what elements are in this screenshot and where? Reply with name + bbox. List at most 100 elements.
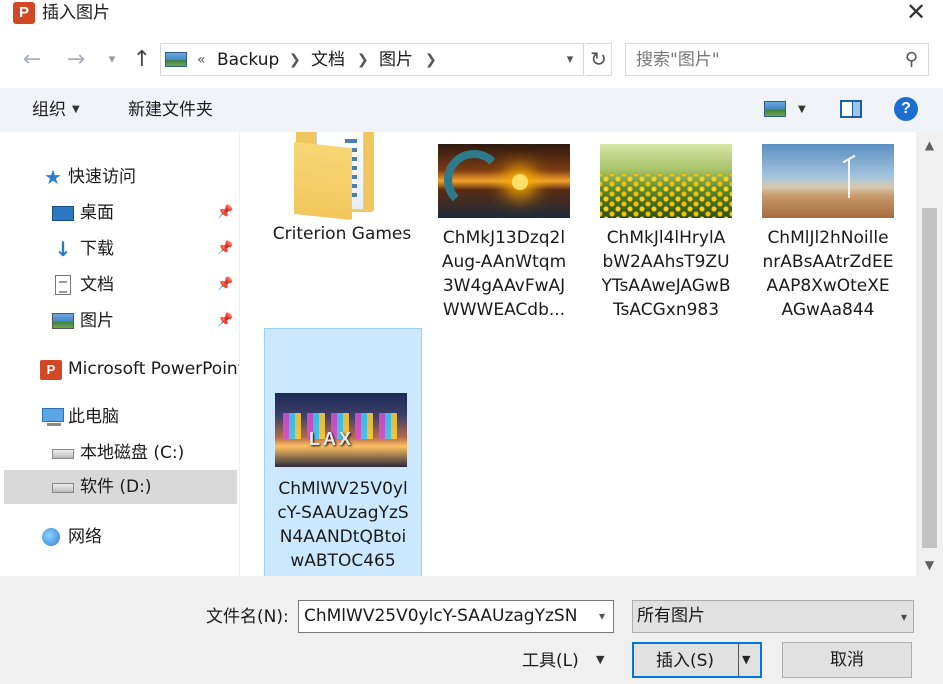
search-icon[interactable]: ⚲ bbox=[905, 49, 918, 70]
search-box[interactable]: 搜索"图片" ⚲ bbox=[625, 43, 929, 76]
file-name-line: ChMlJl2hNoille bbox=[767, 228, 889, 248]
search-input[interactable]: 搜索"图片" bbox=[636, 49, 720, 71]
chevron-down-icon[interactable]: ▾ bbox=[901, 606, 907, 628]
download-icon: ↓ bbox=[54, 237, 72, 261]
sidebar-item-label: 桌面 bbox=[80, 203, 114, 223]
preview-pane-icon[interactable] bbox=[840, 100, 862, 118]
file-name-line: nrABsAAtrZdEE bbox=[762, 252, 894, 272]
file-list: Criterion Games ChMkJ13Dzq2l Aug-AAnWtqm… bbox=[240, 132, 916, 576]
wind-turbine-tower bbox=[848, 158, 850, 198]
sidebar-item-label: 网络 bbox=[68, 527, 102, 547]
scroll-up-icon[interactable]: ▲ bbox=[916, 138, 943, 152]
file-name-line: N4AANDtQBtoi bbox=[279, 527, 407, 547]
scroll-thumb[interactable] bbox=[922, 208, 937, 548]
recent-locations-chevron-icon[interactable]: ▾ bbox=[98, 46, 126, 74]
tools-button[interactable]: 工具(L) bbox=[522, 650, 579, 672]
breadcrumb-documents[interactable]: 文档 bbox=[311, 49, 345, 71]
insert-button[interactable]: 插入(S) ▼ bbox=[632, 642, 762, 678]
change-view-icon[interactable] bbox=[764, 101, 786, 117]
address-dropdown-icon[interactable]: ▾ bbox=[559, 49, 581, 71]
sidebar-item-this-pc[interactable]: 此电脑 bbox=[0, 400, 239, 434]
sidebar-item-label: 本地磁盘 (C:) bbox=[80, 443, 185, 463]
file-item-image[interactable]: ChMlJl2hNoille nrABsAAtrZdEE AAP8XwOteXE… bbox=[750, 132, 908, 378]
pin-icon[interactable]: 📌 bbox=[217, 241, 233, 256]
organize-button[interactable]: 组织 ▼ bbox=[32, 99, 80, 121]
filetype-value: 所有图片 bbox=[637, 606, 705, 626]
sidebar-item-label: 图片 bbox=[80, 311, 114, 331]
forward-icon[interactable]: → bbox=[62, 46, 90, 74]
sidebar-item-label: 文档 bbox=[80, 275, 114, 295]
desktop-icon bbox=[52, 206, 74, 221]
filename-label: 文件名(N): bbox=[206, 607, 289, 627]
close-button[interactable]: ✕ bbox=[901, 0, 931, 26]
cancel-button[interactable]: 取消 bbox=[782, 642, 912, 678]
organize-label: 组织 bbox=[32, 100, 66, 120]
sidebar-item-network[interactable]: 网络 bbox=[0, 520, 239, 554]
refresh-icon[interactable]: ↻ bbox=[586, 43, 612, 76]
tools-caret-icon[interactable]: ▼ bbox=[596, 653, 604, 666]
help-icon[interactable]: ? bbox=[894, 97, 918, 121]
path-overflow-icon[interactable]: « bbox=[197, 49, 206, 71]
split-divider bbox=[738, 644, 739, 676]
file-name-line: cY-SAAUzagYzS bbox=[277, 503, 409, 523]
new-folder-button[interactable]: 新建文件夹 bbox=[128, 99, 213, 121]
document-icon bbox=[55, 275, 71, 295]
sidebar-item-downloads[interactable]: ↓ 下载 📌 bbox=[0, 232, 239, 266]
sidebar-item-pictures[interactable]: 图片 📌 bbox=[0, 304, 239, 338]
sidebar-item-drive-c[interactable]: 本地磁盘 (C:) bbox=[0, 436, 239, 470]
drive-icon bbox=[52, 483, 74, 493]
sidebar-item-drive-d[interactable]: 软件 (D:) bbox=[4, 470, 237, 504]
insert-label: 插入(S) bbox=[656, 651, 715, 671]
folder-front-icon bbox=[294, 142, 352, 221]
command-bar: 组织 ▼ 新建文件夹 ▼ ? bbox=[0, 88, 943, 132]
file-item-image-selected[interactable]: LAX ChMlWV25V0yl cY-SAAUzagYzS N4AANDtQB… bbox=[264, 328, 422, 576]
pin-icon[interactable]: 📌 bbox=[217, 205, 233, 220]
image-thumbnail bbox=[600, 144, 732, 218]
computer-icon bbox=[42, 408, 64, 426]
breadcrumb-backup[interactable]: Backup bbox=[217, 49, 279, 71]
chevron-down-icon[interactable]: ▾ bbox=[591, 601, 613, 632]
file-name: Criterion Games bbox=[272, 224, 412, 244]
breadcrumb-pictures[interactable]: 图片 bbox=[379, 49, 413, 71]
file-item-image[interactable]: ChMkJl4lHrylA bW2AAhsT9ZU YTsAAweJAGwB T… bbox=[588, 132, 746, 378]
file-name-line: bW2AAhsT9ZU bbox=[602, 252, 730, 272]
filename-input[interactable]: ChMlWV25V0ylcY-SAAUzagYzSN bbox=[304, 605, 577, 627]
filename-field[interactable]: ChMlWV25V0ylcY-SAAUzagYzSN ▾ bbox=[298, 600, 614, 633]
sidebar-item-label: 快速访问 bbox=[68, 167, 136, 187]
sidebar-item-powerpoint[interactable]: P Microsoft PowerPoint bbox=[0, 352, 239, 386]
up-icon[interactable]: ↑ bbox=[128, 46, 156, 74]
back-icon[interactable]: ← bbox=[18, 46, 46, 74]
navigation-bar: ← → ▾ ↑ « Backup ❯ 文档 ❯ 图片 ❯ ▾ ↻ 搜索"图片" … bbox=[0, 40, 943, 82]
file-name-line: YTsAAweJAGwB bbox=[601, 276, 731, 296]
wave-shape bbox=[444, 150, 504, 210]
file-name-line: wABTOC465 bbox=[290, 551, 396, 571]
view-options-caret-icon[interactable]: ▼ bbox=[798, 104, 806, 115]
pin-icon[interactable]: 📌 bbox=[217, 313, 233, 328]
breadcrumb-separator-icon[interactable]: ❯ bbox=[425, 49, 437, 71]
pin-icon[interactable]: 📌 bbox=[217, 277, 233, 292]
insert-options-caret-icon[interactable]: ▼ bbox=[742, 653, 750, 666]
navigation-pane: ★ 快速访问 桌面 📌 ↓ 下载 📌 文档 📌 图片 📌 P Microsoft… bbox=[0, 132, 240, 576]
dialog-footer: 文件名(N): ChMlWV25V0ylcY-SAAUzagYzSN ▾ 所有图… bbox=[0, 576, 943, 684]
filetype-select[interactable]: 所有图片 ▾ bbox=[632, 600, 914, 633]
pictures-icon bbox=[52, 313, 74, 329]
network-icon bbox=[42, 528, 60, 546]
sidebar-item-documents[interactable]: 文档 📌 bbox=[0, 268, 239, 302]
title-bar: P 插入图片 ✕ bbox=[0, 0, 943, 28]
address-bar[interactable]: « Backup ❯ 文档 ❯ 图片 ❯ ▾ bbox=[160, 43, 584, 76]
star-icon: ★ bbox=[44, 165, 62, 189]
powerpoint-logo-icon: P bbox=[13, 2, 35, 24]
sign-graphic: LAX bbox=[309, 429, 354, 449]
breadcrumb-separator-icon[interactable]: ❯ bbox=[289, 49, 301, 71]
sidebar-item-desktop[interactable]: 桌面 📌 bbox=[0, 196, 239, 230]
sidebar-item-label: 此电脑 bbox=[68, 407, 119, 427]
scroll-down-icon[interactable]: ▼ bbox=[916, 558, 943, 572]
pictures-folder-icon bbox=[165, 52, 187, 67]
drive-icon bbox=[52, 449, 74, 459]
file-item-image[interactable]: ChMkJ13Dzq2l Aug-AAnWtqm 3W4gAAvFwAJ WWW… bbox=[426, 132, 584, 378]
sun-shape bbox=[512, 174, 528, 190]
breadcrumb-separator-icon[interactable]: ❯ bbox=[357, 49, 369, 71]
image-thumbnail: LAX bbox=[275, 393, 407, 467]
sidebar-item-quick-access[interactable]: ★ 快速访问 bbox=[0, 160, 239, 194]
vertical-scrollbar[interactable]: ▲ ▼ bbox=[916, 132, 943, 576]
